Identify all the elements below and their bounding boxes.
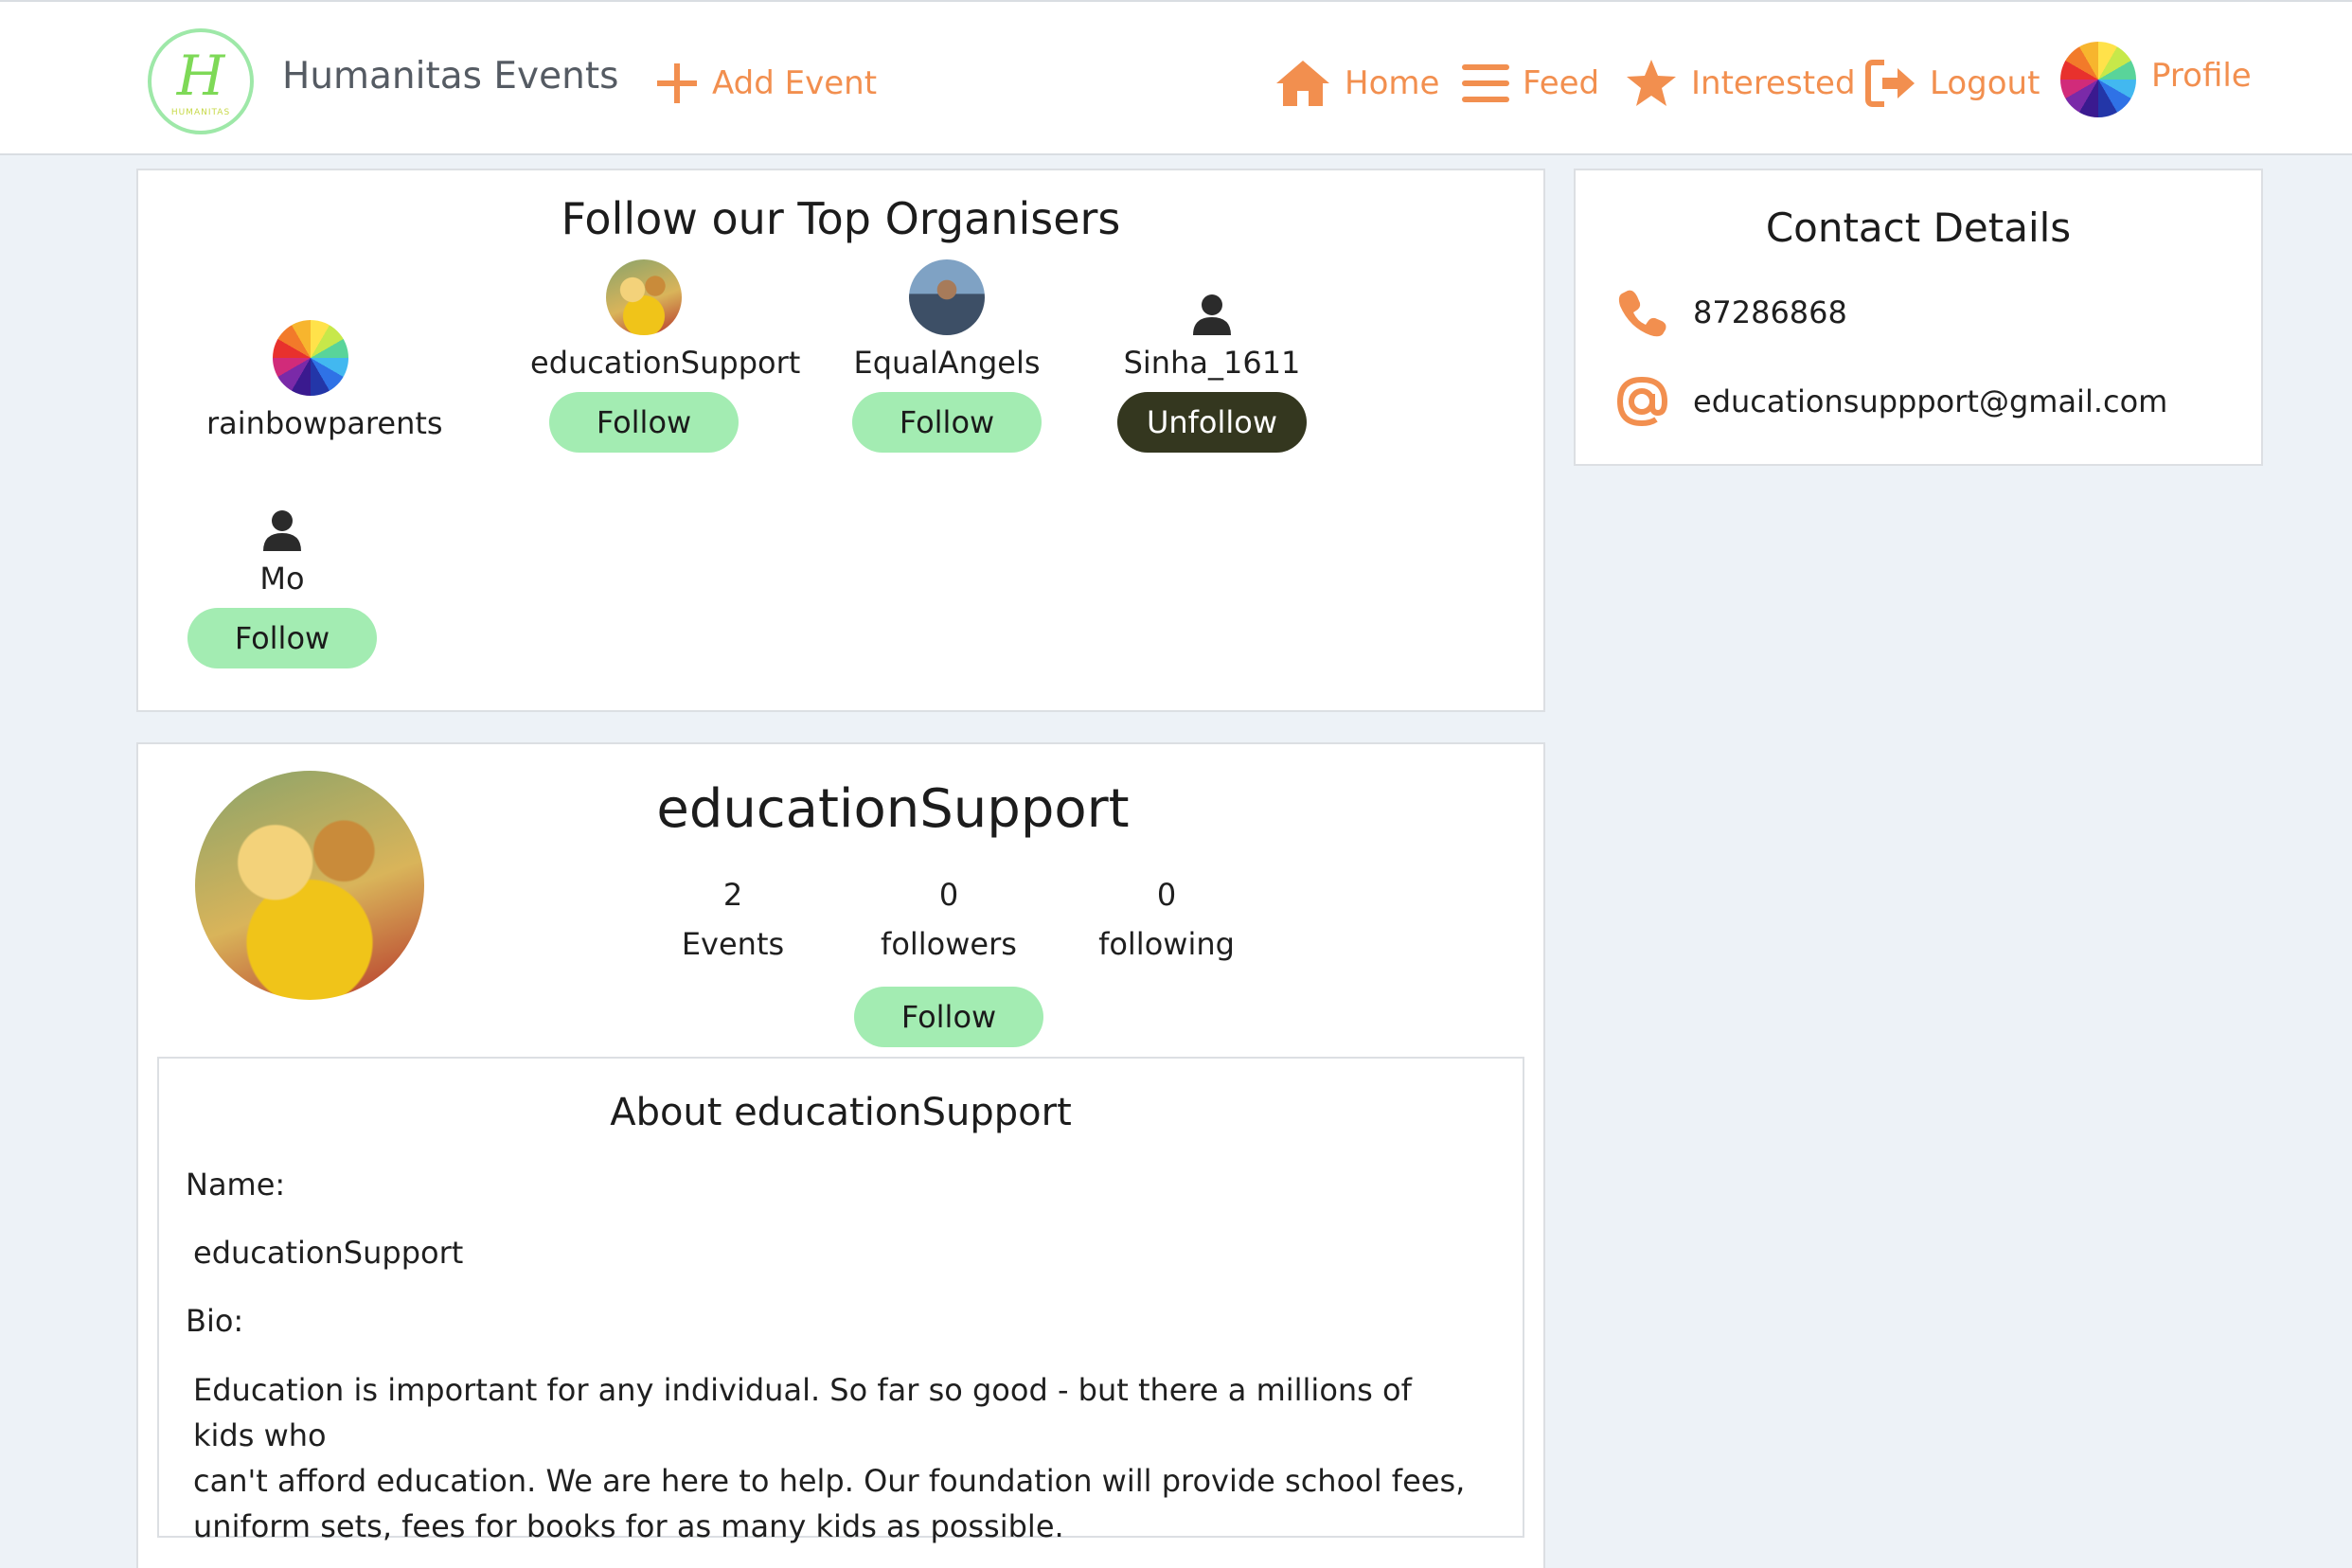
name-value: educationSupport — [193, 1235, 464, 1271]
contact-phone[interactable]: 87286868 — [1693, 294, 1847, 330]
profile-follow-button[interactable]: Follow — [854, 987, 1043, 1047]
contact-details-card: Contact Details 87286868 educationsupppo… — [1574, 169, 2263, 466]
profile-avatar[interactable] — [2060, 42, 2136, 117]
at-icon — [1613, 373, 1670, 430]
about-title: About educationSupport — [610, 1091, 1072, 1134]
organiser-name[interactable]: EqualAngels — [833, 345, 1060, 381]
bio-line: can't afford education. We are here to h… — [193, 1463, 1466, 1499]
organiser-sinha: Sinha_1611 Unfollow — [1098, 259, 1326, 453]
user-icon[interactable] — [1174, 259, 1250, 335]
top-organisers-card: Follow our Top Organisers rainbowparents… — [136, 169, 1545, 712]
stat-label: Events — [681, 926, 785, 962]
follow-button[interactable]: Follow — [187, 608, 377, 668]
bio-text: Education is important for any individua… — [193, 1367, 1481, 1549]
stat-value: 0 — [1156, 877, 1177, 913]
stat-events[interactable]: 2 Events — [648, 877, 818, 962]
organiser-name[interactable]: Mo — [178, 561, 386, 597]
follow-button[interactable]: Follow — [549, 392, 739, 453]
add-event-label: Add Event — [712, 64, 878, 102]
organiser-avatar[interactable] — [606, 259, 682, 335]
stat-value: 0 — [938, 877, 959, 913]
contact-email[interactable]: educationsuppport@gmail.com — [1693, 383, 2167, 419]
bio-line: uniform sets, fees for books for as many… — [193, 1508, 1064, 1544]
unfollow-button[interactable]: Unfollow — [1117, 392, 1307, 453]
home-link[interactable]: Home — [1274, 55, 1439, 112]
logout-label: Logout — [1930, 64, 2040, 102]
stat-label: following — [1098, 926, 1235, 962]
stat-following[interactable]: 0 following — [1081, 877, 1252, 962]
add-event-link[interactable]: Add Event — [655, 55, 877, 112]
profile-link[interactable]: Profile — [2151, 57, 2252, 95]
organiser-rainbowparents: rainbowparents — [206, 320, 443, 441]
contact-email-row: educationsuppport@gmail.com — [1613, 373, 2167, 430]
menu-icon — [1462, 62, 1509, 104]
organiser-name[interactable]: Sinha_1611 — [1098, 345, 1326, 381]
profile-name: educationSupport — [656, 778, 1130, 840]
organiser-mo: Mo Follow — [178, 475, 386, 668]
organiser-avatar[interactable] — [909, 259, 985, 335]
organiser-equalangels: EqualAngels Follow — [833, 259, 1060, 453]
user-icon[interactable] — [244, 475, 320, 551]
logout-link[interactable]: Logout — [1865, 55, 2040, 112]
plus-icon — [655, 62, 699, 105]
star-icon — [1625, 58, 1678, 109]
name-label: Name: — [186, 1167, 286, 1203]
logo-letter: H — [176, 44, 225, 108]
bio-label: Bio: — [186, 1303, 244, 1339]
interested-link[interactable]: Interested — [1625, 55, 1856, 112]
contact-phone-row: 87286868 — [1613, 284, 1847, 341]
about-section: About educationSupport Name: educationSu… — [157, 1057, 1524, 1544]
top-navbar: H HUMANITAS Humanitas Events Add Event H… — [0, 0, 2352, 155]
logout-icon — [1865, 59, 1916, 108]
interested-label: Interested — [1691, 64, 1856, 102]
brand-logo[interactable]: H HUMANITAS — [148, 28, 254, 134]
home-label: Home — [1345, 64, 1440, 102]
profile-card: educationSupport 2 Events 0 followers 0 … — [136, 742, 1545, 1568]
organiser-educationsupport: educationSupport Follow — [530, 259, 800, 453]
stat-followers[interactable]: 0 followers — [864, 877, 1034, 962]
logo-wordmark: HUMANITAS — [170, 108, 231, 117]
stat-value: 2 — [722, 877, 743, 913]
brand-name[interactable]: Humanitas Events — [282, 55, 618, 98]
feed-link[interactable]: Feed — [1462, 55, 1599, 112]
top-organisers-title: Follow our Top Organisers — [561, 193, 1121, 244]
feed-label: Feed — [1523, 64, 1600, 102]
phone-icon — [1613, 284, 1670, 341]
contact-title: Contact Details — [1765, 205, 2072, 251]
home-icon — [1274, 59, 1331, 108]
bio-line: Education is important for any individua… — [193, 1372, 1412, 1453]
follow-button[interactable]: Follow — [852, 392, 1042, 453]
organiser-name[interactable]: rainbowparents — [206, 405, 443, 441]
organiser-avatar[interactable] — [273, 320, 348, 396]
stat-label: followers — [881, 926, 1017, 962]
organiser-name[interactable]: educationSupport — [530, 345, 800, 381]
